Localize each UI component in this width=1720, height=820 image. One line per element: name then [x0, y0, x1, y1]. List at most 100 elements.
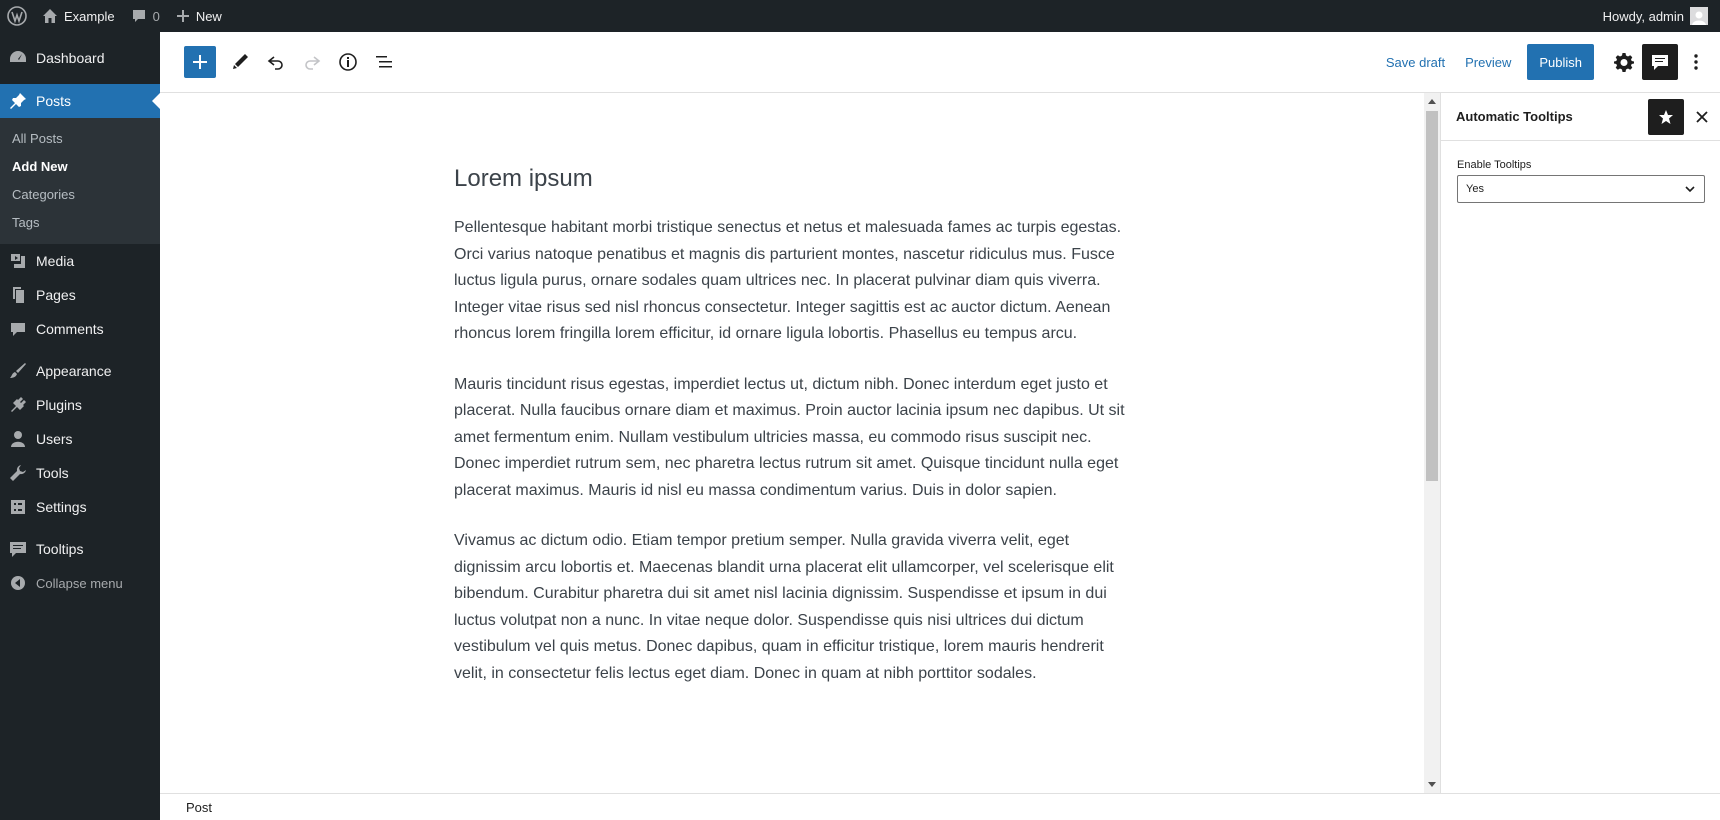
paragraph-block[interactable]: Mauris tincidunt risus egestas, imperdie…	[454, 372, 1138, 505]
scroll-up-arrow[interactable]	[1428, 99, 1436, 104]
gear-icon	[1614, 52, 1634, 72]
pencil-icon	[230, 52, 250, 72]
menu-label-media: Media	[36, 253, 75, 269]
sidebar-body: Enable Tooltips Yes	[1441, 141, 1720, 219]
block-inserter-button[interactable]	[184, 46, 216, 78]
editor-scrollbar[interactable]	[1424, 93, 1440, 793]
close-icon	[1695, 110, 1709, 124]
menu-label-comments: Comments	[36, 321, 104, 337]
menu-item-posts[interactable]: Posts	[0, 84, 160, 118]
menu-label-users: Users	[36, 431, 73, 447]
menu-label-dashboard: Dashboard	[36, 50, 105, 66]
enable-tooltips-label: Enable Tooltips	[1457, 159, 1532, 171]
comments-link[interactable]: 0	[123, 0, 168, 32]
redo-icon	[302, 52, 322, 72]
menu-item-comments[interactable]: Comments	[0, 312, 160, 346]
menu-label-appearance: Appearance	[36, 363, 112, 379]
tooltip-icon	[8, 539, 28, 559]
post-content: Pellentesque habitant morbi tristique se…	[454, 215, 1138, 711]
greeting: Howdy, admin	[1602, 8, 1684, 24]
posts-submenu: All Posts Add New Categories Tags	[0, 118, 160, 244]
admin-bar: Example 0 New Howdy, admin	[0, 0, 1720, 32]
menu-label-pages: Pages	[36, 287, 76, 303]
comments-count: 0	[152, 8, 160, 24]
menu-item-media[interactable]: Media	[0, 244, 160, 278]
enable-tooltips-select[interactable]: Yes	[1457, 175, 1705, 203]
chevron-down-icon	[1684, 183, 1696, 195]
wordpress-logo-icon[interactable]	[0, 0, 34, 32]
site-name-link[interactable]: Example	[34, 0, 123, 32]
collapse-menu-button[interactable]: Collapse menu	[0, 566, 160, 600]
paintbrush-icon	[8, 361, 28, 381]
account-menu[interactable]: Howdy, admin	[1595, 0, 1716, 32]
submenu-tags[interactable]: Tags	[0, 208, 160, 236]
media-icon	[8, 251, 28, 271]
publish-button[interactable]: Publish	[1527, 44, 1594, 80]
undo-button[interactable]	[258, 44, 294, 80]
pin-icon	[8, 91, 28, 111]
menu-item-settings[interactable]: Settings	[0, 490, 160, 524]
editor-footer: Post	[160, 793, 1720, 820]
dashboard-icon	[8, 48, 28, 68]
menu-item-plugins[interactable]: Plugins	[0, 388, 160, 422]
menu-item-pages[interactable]: Pages	[0, 278, 160, 312]
menu-item-tools[interactable]: Tools	[0, 456, 160, 490]
tooltip-icon	[1651, 53, 1669, 71]
admin-menu: Dashboard Posts All Posts Add New Catego…	[0, 32, 160, 820]
comments-icon	[8, 319, 28, 339]
plugin-icon	[8, 395, 28, 415]
editor-canvas: Lorem ipsum Pellentesque habitant morbi …	[160, 93, 1424, 793]
list-view-icon	[374, 52, 394, 72]
paragraph-block[interactable]: Vivamus ac dictum odio. Etiam tempor pre…	[454, 528, 1138, 687]
close-sidebar-button[interactable]	[1684, 99, 1720, 135]
details-button[interactable]	[330, 44, 366, 80]
submenu-add-new[interactable]: Add New	[0, 152, 160, 180]
plugin-sidebar: Automatic Tooltips Enable Tooltips Yes	[1440, 93, 1720, 820]
list-view-button[interactable]	[366, 44, 402, 80]
menu-label-posts: Posts	[36, 93, 72, 109]
menu-label-settings: Settings	[36, 499, 87, 515]
settings-button[interactable]	[1606, 44, 1642, 80]
menu-item-dashboard[interactable]: Dashboard	[0, 41, 160, 75]
comment-icon	[131, 8, 147, 24]
block-breadcrumb[interactable]: Post	[186, 800, 212, 815]
sidebar-title: Automatic Tooltips	[1456, 109, 1573, 124]
tools-button[interactable]	[222, 44, 258, 80]
settings-icon	[8, 497, 28, 517]
avatar	[1690, 7, 1708, 25]
info-icon	[338, 52, 358, 72]
paragraph-block[interactable]: Pellentesque habitant morbi tristique se…	[454, 215, 1138, 348]
menu-item-appearance[interactable]: Appearance	[0, 354, 160, 388]
menu-item-users[interactable]: Users	[0, 422, 160, 456]
menu-item-tooltips[interactable]: Tooltips	[0, 532, 160, 566]
options-button[interactable]	[1678, 44, 1714, 80]
scrollbar-thumb[interactable]	[1426, 111, 1438, 481]
save-draft-button[interactable]: Save draft	[1376, 44, 1455, 80]
plus-icon	[176, 9, 190, 23]
home-icon	[42, 8, 58, 24]
select-value: Yes	[1466, 183, 1484, 195]
wrench-icon	[8, 463, 28, 483]
submenu-categories[interactable]: Categories	[0, 180, 160, 208]
pin-sidebar-button[interactable]	[1648, 98, 1684, 135]
submenu-all-posts[interactable]: All Posts	[0, 124, 160, 152]
users-icon	[8, 429, 28, 449]
plus-icon	[192, 54, 208, 70]
redo-button[interactable]	[294, 44, 330, 80]
new-content-link[interactable]: New	[168, 0, 230, 32]
new-label: New	[195, 8, 222, 24]
site-name: Example	[64, 8, 115, 24]
menu-label-tools: Tools	[36, 465, 69, 481]
sidebar-header: Automatic Tooltips	[1441, 93, 1720, 141]
preview-button[interactable]: Preview	[1455, 44, 1521, 80]
more-vertical-icon	[1686, 52, 1706, 72]
post-title[interactable]: Lorem ipsum	[454, 165, 593, 193]
menu-label-collapse: Collapse menu	[36, 575, 123, 591]
editor-header: Save draft Preview Publish	[160, 32, 1720, 93]
star-icon	[1658, 109, 1674, 125]
tooltips-plugin-button[interactable]	[1642, 44, 1678, 80]
pages-icon	[8, 285, 28, 305]
undo-icon	[266, 52, 286, 72]
scroll-down-arrow[interactable]	[1428, 782, 1436, 787]
menu-label-plugins: Plugins	[36, 397, 82, 413]
